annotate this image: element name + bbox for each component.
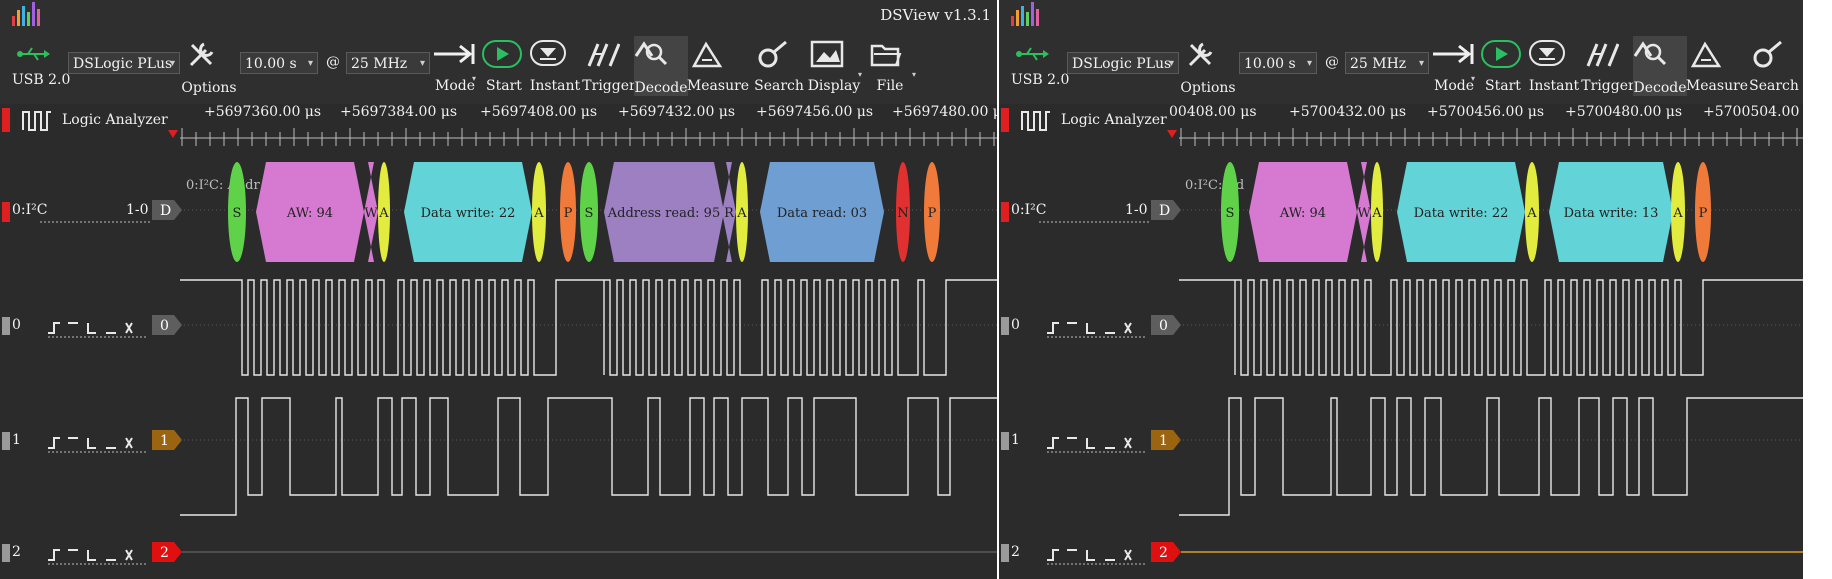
- decode-annotation-label: W: [364, 206, 378, 221]
- trigger-selector-icon: [1047, 437, 1132, 449]
- decode-annotation-label: A: [1672, 206, 1683, 221]
- cursor-marker-icon: [1167, 130, 1177, 138]
- decode-annotation-label: S: [233, 206, 242, 221]
- channel-tag-label: 2: [1159, 545, 1168, 561]
- channel-tag-label: 0: [160, 318, 169, 334]
- decode-annotation-label: Data write: 22: [421, 206, 516, 221]
- decode-annotation-label: P: [564, 206, 573, 221]
- decode-annotation-label: AW: 94: [1279, 206, 1326, 221]
- channel-tag-label: D: [1159, 203, 1170, 219]
- left-trace-area[interactable]: D012S AW: 94 W A Data write: 22 A P S Address re…: [0, 0, 997, 579]
- decode-annotation-label: AW: 94: [286, 206, 333, 221]
- trigger-selector-icon: [1047, 322, 1132, 334]
- decode-annotation-label: S: [585, 206, 594, 221]
- channel-0-waveform: [180, 279, 997, 376]
- decode-annotation-label: W: [1357, 206, 1371, 221]
- decode-annotation-label: R: [724, 206, 735, 221]
- trigger-selector-icon: [48, 322, 133, 334]
- decode-annotation-label: Data write: 22: [1414, 206, 1509, 221]
- decode-annotation-label: A: [1526, 206, 1537, 221]
- cursor-marker-icon: [168, 130, 178, 138]
- channel-tag-label: 2: [160, 545, 169, 561]
- decode-annotation-label: P: [1699, 206, 1708, 221]
- trigger-selector-icon: [48, 437, 133, 449]
- left-window: DSView v1.3.1 USB 2.0 DSLogic PLus ▾ Opti…: [0, 0, 997, 579]
- channel-1-waveform: [1179, 397, 1803, 516]
- decode-annotation-label: A: [736, 206, 747, 221]
- decode-annotation-label: N: [897, 206, 908, 221]
- channel-tag-label: D: [160, 203, 171, 219]
- decode-annotation-label: Data write: 13: [1564, 206, 1659, 221]
- decode-annotation-label: Data read: 03: [777, 206, 867, 221]
- decode-annotation-label: A: [533, 206, 544, 221]
- channel-tag-label: 1: [160, 433, 169, 449]
- decode-annotation-label: A: [1371, 206, 1382, 221]
- right-trace-area[interactable]: D012S AW: 94 W A Data write: 22 A Data write: …: [999, 0, 1803, 579]
- trigger-selector-icon: [1047, 549, 1132, 561]
- trigger-selector-icon: [48, 549, 133, 561]
- channel-tag-label: 1: [1159, 433, 1168, 449]
- right-window: USB 2.0 DSLogic PLus ▾ Options 10.00 s ▾ @…: [999, 0, 1803, 579]
- decode-annotation-label: A: [378, 206, 389, 221]
- channel-1-waveform: [180, 397, 997, 516]
- channel-0-waveform: [1179, 279, 1803, 376]
- decode-annotation-label: P: [928, 206, 937, 221]
- decode-annotation-label: S: [1226, 206, 1235, 221]
- channel-tag-label: 0: [1159, 318, 1168, 334]
- decode-annotation-label: Address read: 95: [607, 206, 720, 221]
